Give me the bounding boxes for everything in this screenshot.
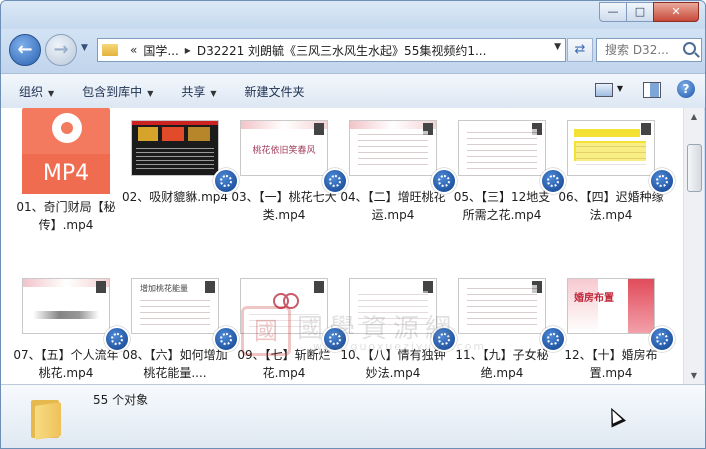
- file-item[interactable]: MP4 01、奇门财局【秘传】.mp4: [12, 108, 120, 234]
- search-input[interactable]: [603, 39, 683, 61]
- file-name: 05、【三】12地支所需之花.mp4: [453, 190, 551, 222]
- media-player-icon: [649, 168, 675, 194]
- change-view-icon[interactable]: [595, 83, 613, 97]
- file-name: 09、【七】斩断烂花.mp4: [237, 348, 331, 380]
- navigation-bar: ← → ▼ « 国学... ▸ D32221 刘朗毓《三风三水风生水起》55集视…: [1, 29, 705, 73]
- file-name: 11、【九】子女秘绝.mp4: [455, 348, 549, 380]
- file-name: 04、【二】增旺桃花运.mp4: [340, 190, 446, 222]
- file-item[interactable]: 婚房布置 12、【十】婚房布置.mp4: [557, 266, 675, 382]
- vertical-scrollbar[interactable]: ▲ ▼: [683, 108, 704, 384]
- file-item[interactable]: 桃花依旧笑春风 03、【一】桃花七大类.mp4: [230, 108, 348, 224]
- file-item[interactable]: 05、【三】12地支所需之花.mp4: [448, 108, 566, 224]
- new-folder-button[interactable]: 新建文件夹: [245, 83, 305, 100]
- preview-pane-icon[interactable]: [643, 82, 661, 98]
- search-box[interactable]: [596, 38, 702, 62]
- file-item[interactable]: 09、【七】斩断烂花.mp4: [230, 266, 348, 382]
- file-name: 07、【五】个人流年桃花.mp4: [13, 348, 119, 380]
- file-item[interactable]: 02、吸财貔貅.mp4: [121, 108, 239, 206]
- file-name: 12、【十】婚房布置.mp4: [564, 348, 658, 380]
- recent-pages-dropdown[interactable]: ▼: [81, 43, 88, 53]
- explorer-window: — □ ✕ ← → ▼ « 国学... ▸ D32221 刘朗毓《三风三水风生水…: [0, 0, 706, 449]
- mp4-file-icon: MP4: [20, 108, 112, 194]
- file-name: 08、【六】如何增加桃花能量....: [122, 348, 228, 380]
- title-bar: — □ ✕: [1, 1, 705, 29]
- address-bar[interactable]: « 国学... ▸ D32221 刘朗毓《三风三水风生水起》55集视频约1...…: [97, 38, 566, 62]
- file-item[interactable]: 11、【九】子女秘绝.mp4: [448, 266, 566, 382]
- scroll-down-arrow[interactable]: ▼: [684, 367, 704, 384]
- video-thumbnail: 婚房布置: [567, 278, 655, 334]
- include-in-library-menu[interactable]: 包含到库中 ▼: [82, 83, 153, 100]
- video-thumbnail: 增加桃花能量: [131, 278, 219, 334]
- video-thumbnail: [458, 278, 546, 334]
- chevron-down-icon[interactable]: ▼: [617, 84, 623, 93]
- details-pane: 55 个对象: [1, 384, 705, 448]
- mp4-icon-label: MP4: [22, 154, 110, 194]
- video-thumbnail: [131, 120, 219, 176]
- scroll-up-arrow[interactable]: ▲: [684, 108, 704, 125]
- minimize-button[interactable]: —: [599, 2, 627, 22]
- chevron-down-icon: ▼: [210, 88, 217, 98]
- film-reel-icon: [52, 113, 82, 143]
- address-dropdown-icon[interactable]: ▼: [554, 42, 561, 52]
- chevron-down-icon: ▼: [48, 88, 55, 98]
- command-bar: 组织 ▼ 包含到库中 ▼ 共享 ▼ 新建文件夹 ▼ ?: [1, 73, 705, 109]
- breadcrumb-current[interactable]: D32221 刘朗毓《三风三水风生水起》55集视频约1...: [197, 42, 565, 59]
- address-overflow[interactable]: «: [130, 43, 137, 57]
- forward-button[interactable]: →: [45, 34, 77, 66]
- close-button[interactable]: ✕: [653, 2, 699, 22]
- search-icon[interactable]: [683, 42, 696, 55]
- share-menu[interactable]: 共享 ▼: [181, 83, 216, 100]
- media-player-icon: [649, 326, 675, 352]
- organize-menu[interactable]: 组织 ▼: [19, 83, 54, 100]
- thumbnail-title: 增加桃花能量: [140, 284, 188, 293]
- video-thumbnail: [349, 278, 437, 334]
- back-button[interactable]: ←: [9, 34, 41, 66]
- file-name: 10、【八】情有独钟妙法.mp4: [340, 348, 446, 380]
- file-item[interactable]: 10、【八】情有独钟妙法.mp4: [339, 266, 457, 382]
- video-thumbnail: [567, 120, 655, 176]
- file-name: 01、奇门财局【秘传】.mp4: [16, 200, 116, 232]
- thumbnail-title: 婚房布置: [574, 293, 614, 304]
- file-list: MP4 01、奇门财局【秘传】.mp4 02、吸财貔貅.mp4 桃花依旧笑春风 …: [1, 108, 683, 384]
- folder-icon: [102, 44, 118, 56]
- chevron-right-icon[interactable]: ▸: [185, 43, 191, 57]
- file-item[interactable]: 04、【二】增旺桃花运.mp4: [339, 108, 457, 224]
- organize-label: 组织: [19, 84, 44, 99]
- file-name: 02、吸财貔貅.mp4: [121, 190, 229, 204]
- video-thumbnail: [349, 120, 437, 176]
- file-item[interactable]: 06、【四】迟婚种缘法.mp4: [557, 108, 675, 224]
- include-library-label: 包含到库中: [82, 84, 143, 99]
- mouse-cursor-icon: [603, 404, 627, 428]
- share-label: 共享: [181, 84, 206, 99]
- item-count: 55 个对象: [93, 393, 149, 407]
- folder-icon: [31, 394, 61, 440]
- chevron-down-icon: ▼: [147, 88, 154, 98]
- help-icon[interactable]: ?: [677, 80, 695, 98]
- file-name: 03、【一】桃花七大类.mp4: [231, 190, 337, 222]
- refresh-button[interactable]: ⇄: [567, 38, 593, 62]
- breadcrumb-parent[interactable]: 国学...: [143, 42, 178, 59]
- maximize-button[interactable]: □: [626, 2, 654, 22]
- scrollbar-thumb[interactable]: [687, 144, 702, 192]
- video-thumbnail: [240, 278, 328, 334]
- thumbnail-title: 桃花依旧笑春风: [252, 146, 316, 156]
- video-thumbnail: 桃花依旧笑春风: [240, 120, 328, 176]
- window-controls: — □ ✕: [599, 2, 699, 22]
- video-thumbnail: [458, 120, 546, 176]
- file-item[interactable]: 增加桃花能量 08、【六】如何增加桃花能量....: [121, 266, 239, 382]
- file-item[interactable]: 07、【五】个人流年桃花.mp4: [12, 266, 130, 382]
- video-thumbnail: [22, 278, 110, 334]
- file-name: 06、【四】迟婚种缘法.mp4: [558, 190, 664, 222]
